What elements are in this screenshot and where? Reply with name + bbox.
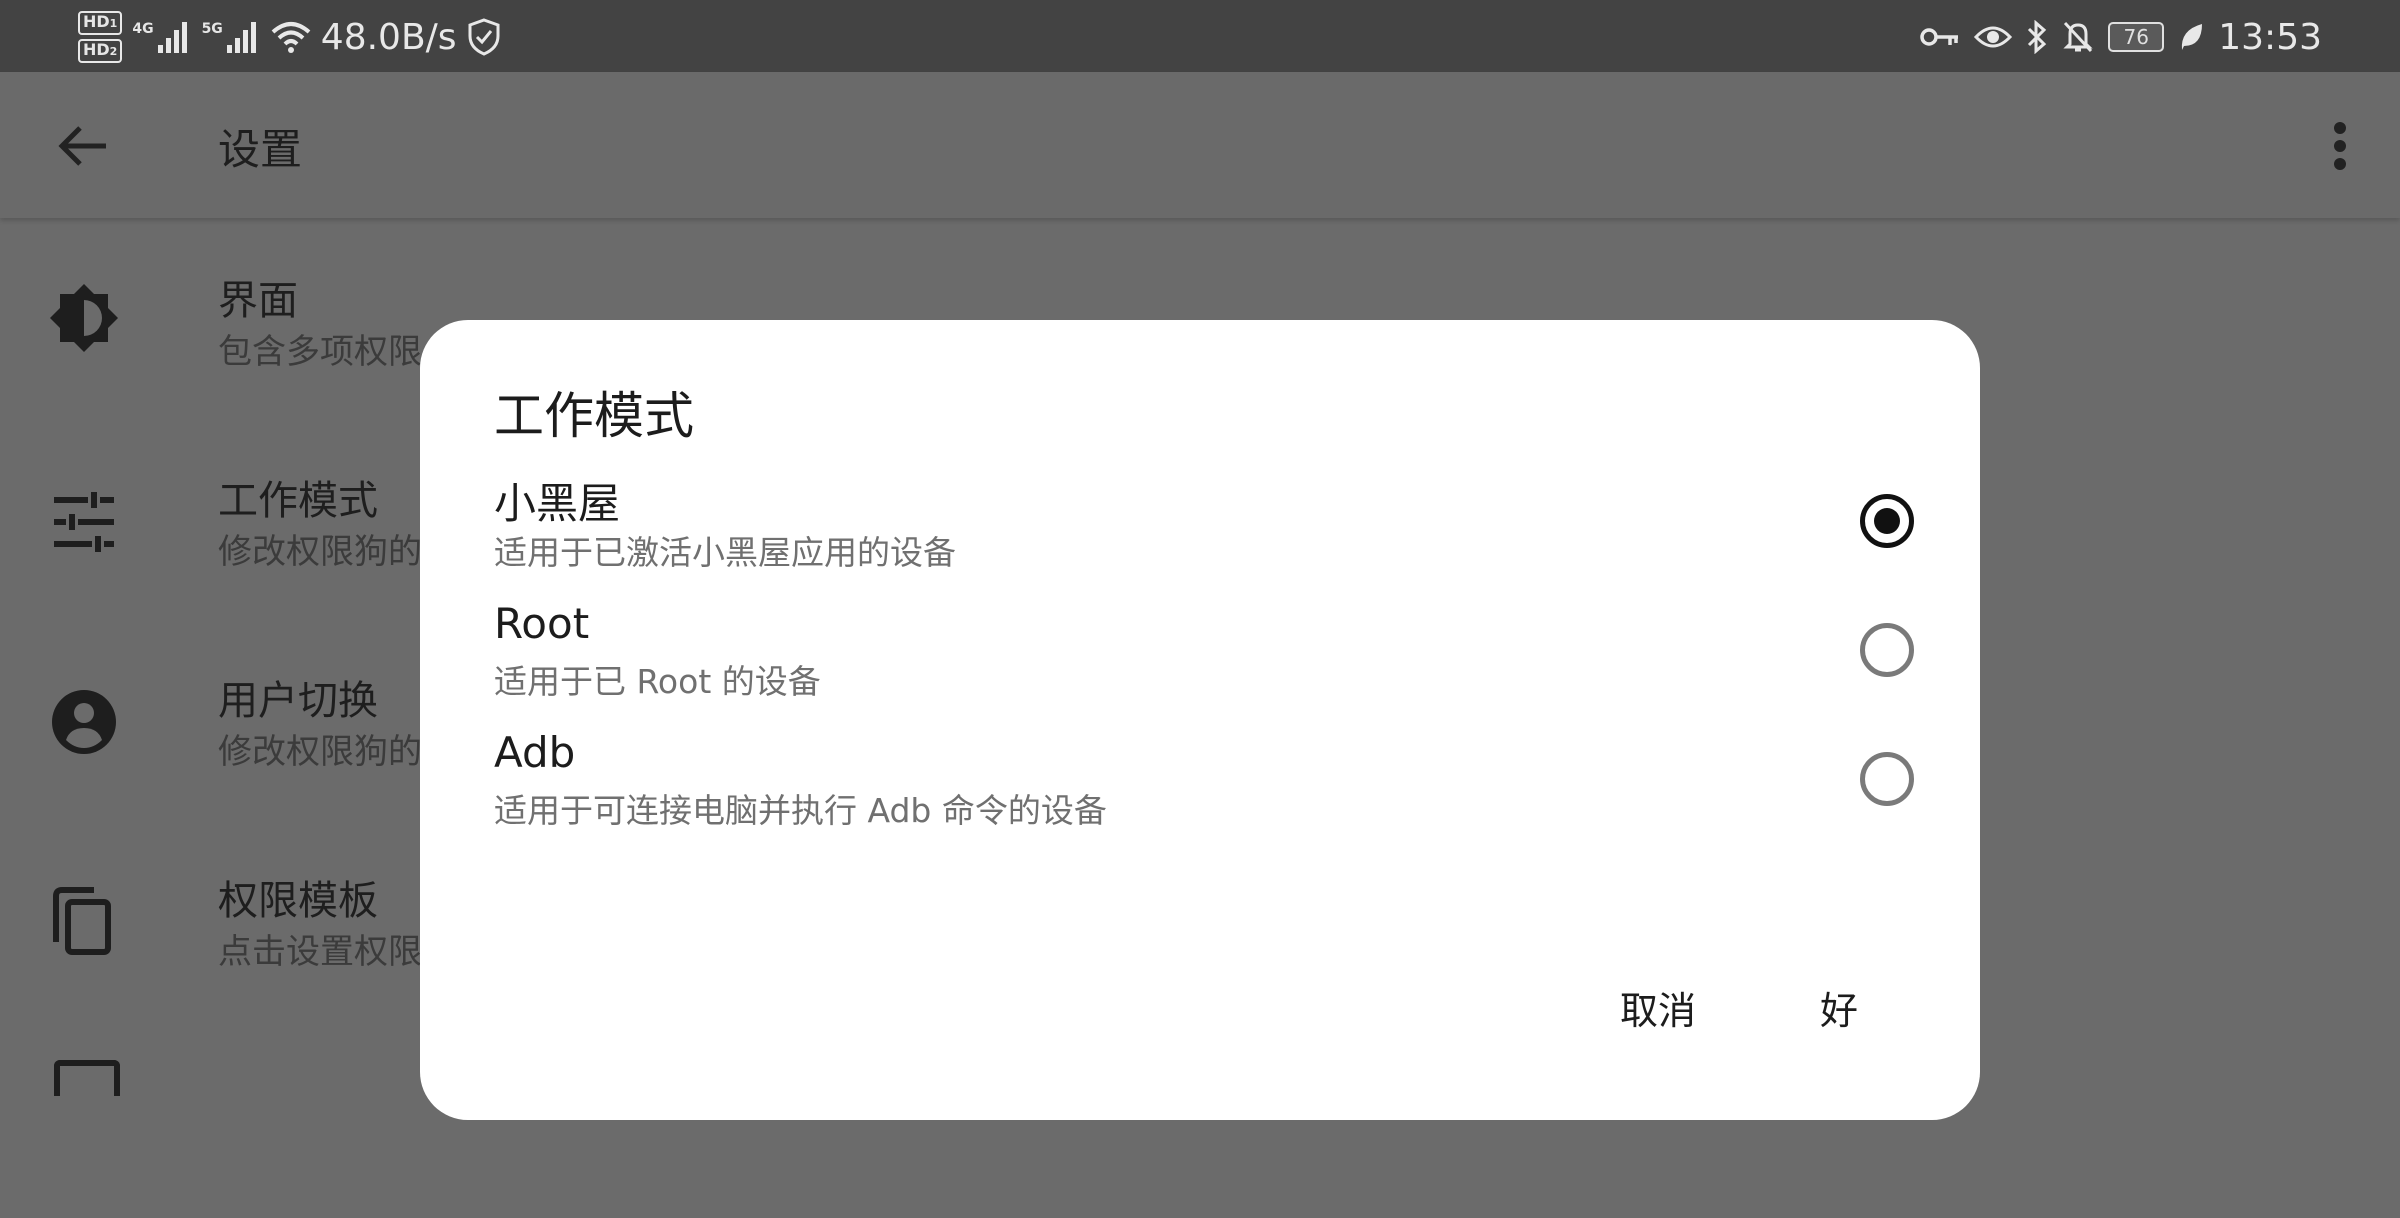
arrow-left-icon[interactable]: [54, 116, 114, 176]
app-bar: 设置: [0, 72, 2400, 218]
settings-item-title: 用户切换: [218, 678, 378, 724]
status-left: HD1 HD2 4G 5G 48.0B/s: [78, 8, 501, 66]
page-title: 设置: [218, 125, 303, 174]
status-bar: HD1 HD2 4G 5G 48.0B/s 76 13:53: [0, 0, 2400, 72]
option-subtitle: 适用于可连接电脑并执行 Adb 命令的设备: [494, 791, 1107, 830]
option-title: Root: [494, 599, 590, 648]
option-title: Adb: [494, 728, 576, 777]
radio-selected[interactable]: [1860, 494, 1914, 548]
settings-item-subtitle: 修改权限狗的: [218, 532, 422, 572]
cancel-button[interactable]: 取消: [1600, 970, 1716, 1045]
hd2-badge: HD2: [78, 39, 123, 63]
key-icon: [1920, 28, 1959, 46]
work-mode-dialog: 工作模式 小黑屋 适用于已激活小黑屋应用的设备 Root 适用于已 Root 的…: [420, 320, 1980, 1120]
radio-unselected[interactable]: [1860, 752, 1914, 806]
signal-5g-icon: 5G: [202, 21, 261, 53]
settings-item-subtitle: 点击设置权限: [218, 932, 422, 972]
bluetooth-icon: [2028, 20, 2047, 54]
option-subtitle: 适用于已 Root 的设备: [494, 662, 821, 701]
option-root[interactable]: Root 适用于已 Root 的设备: [494, 599, 1914, 719]
settings-item-subtitle: 修改权限狗的: [218, 732, 422, 772]
settings-item-subtitle: 包含多项权限: [218, 332, 422, 372]
dialog-title: 工作模式: [494, 387, 694, 445]
partial-icon: [54, 1060, 120, 1096]
ok-button[interactable]: 好: [1800, 970, 1878, 1045]
account-circle-icon: [52, 690, 116, 754]
option-subtitle: 适用于已激活小黑屋应用的设备: [494, 533, 956, 572]
hd1-badge: HD1: [78, 11, 123, 35]
battery-level: 76: [2123, 25, 2149, 49]
leaf-icon: [2182, 24, 2203, 50]
tune-icon: [54, 492, 114, 552]
bell-off-icon: [2063, 21, 2093, 53]
option-title: 小黑屋: [494, 479, 621, 528]
wifi-icon: [271, 22, 311, 53]
copy-icon: [53, 887, 111, 955]
shield-check-icon: [468, 18, 500, 56]
signal-4g-icon: 4G: [132, 21, 191, 53]
option-adb[interactable]: Adb 适用于可连接电脑并执行 Adb 命令的设备: [494, 728, 1914, 848]
settings-item-title: 权限模板: [218, 878, 378, 924]
settings-item-title: 工作模式: [218, 478, 378, 524]
more-vert-icon[interactable]: [2310, 116, 2370, 176]
brightness-icon: [50, 284, 118, 352]
option-xiaoheiwu[interactable]: 小黑屋 适用于已激活小黑屋应用的设备: [494, 470, 1914, 590]
network-speed: 48.0B/s: [320, 16, 457, 58]
radio-unselected[interactable]: [1860, 623, 1914, 677]
battery-icon: 76: [2108, 22, 2165, 52]
hd-indicators: HD1 HD2: [78, 11, 123, 63]
status-right: 76 13:53: [1920, 8, 2322, 66]
eye-icon: [1974, 26, 2013, 48]
clock: 13:53: [2218, 16, 2322, 58]
settings-item-title: 界面: [218, 278, 298, 324]
